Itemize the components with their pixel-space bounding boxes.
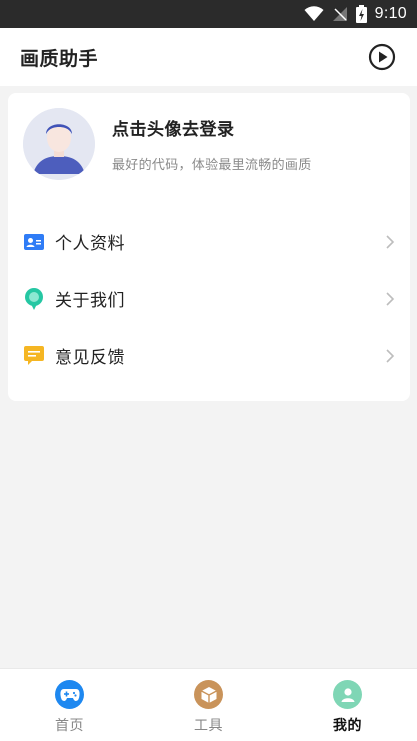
wifi-icon — [304, 6, 324, 22]
chat-bubble-icon — [23, 287, 45, 310]
user-icon — [333, 680, 362, 709]
app-header: 画质助手 — [0, 28, 417, 86]
menu-item-label: 个人资料 — [55, 234, 125, 254]
play-circle-icon[interactable] — [367, 42, 397, 72]
profile-subtitle: 最好的代码，体验最里流畅的画质 — [112, 158, 312, 173]
profile-card: 点击头像去登录 最好的代码，体验最里流畅的画质 个人资料 关于我们 意见反馈 — [8, 93, 410, 401]
tab-label: 我的 — [333, 718, 362, 734]
menu-list: 个人资料 关于我们 意见反馈 — [8, 213, 410, 384]
tab-home[interactable]: 首页 — [0, 669, 139, 741]
id-card-icon — [23, 231, 45, 253]
menu-item-label: 意见反馈 — [55, 348, 125, 368]
tab-label: 首页 — [55, 718, 84, 734]
avatar[interactable] — [23, 108, 95, 180]
menu-item-about-us[interactable]: 关于我们 — [8, 270, 410, 327]
box-icon — [194, 680, 223, 709]
menu-item-label: 关于我们 — [55, 291, 125, 311]
profile-section[interactable]: 点击头像去登录 最好的代码，体验最里流畅的画质 — [23, 108, 395, 180]
status-bar: 9:10 — [0, 0, 417, 28]
chevron-right-icon — [385, 291, 395, 307]
tab-tools[interactable]: 工具 — [139, 669, 278, 741]
gamepad-icon — [55, 680, 84, 709]
page-title: 画质助手 — [20, 47, 99, 70]
menu-item-feedback[interactable]: 意见反馈 — [8, 327, 410, 384]
chevron-right-icon — [385, 348, 395, 364]
status-time: 9:10 — [374, 5, 407, 22]
tab-label: 工具 — [194, 718, 223, 734]
no-signal-icon — [332, 6, 348, 22]
menu-item-personal-info[interactable]: 个人资料 — [8, 213, 410, 270]
bottom-tab-bar: 首页 工具 我的 — [0, 668, 417, 741]
battery-charging-icon — [355, 5, 367, 23]
tab-mine[interactable]: 我的 — [278, 669, 417, 741]
login-prompt[interactable]: 点击头像去登录 — [112, 115, 312, 140]
chevron-right-icon — [385, 234, 395, 250]
feedback-message-icon — [23, 345, 45, 367]
